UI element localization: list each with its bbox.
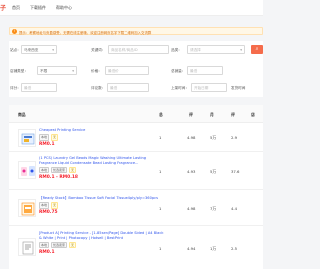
keyword-input[interactable]: 商品名称/商品ID [108, 45, 169, 54]
shop-type-select[interactable]: 不限 ▾ [37, 66, 77, 75]
reviews-cell: 4.4 [231, 206, 238, 211]
reviews-min-input[interactable]: 最低 [107, 83, 149, 92]
listed-date-label: 上架时间： [171, 85, 189, 90]
rating-cell: 4.98 [187, 206, 196, 211]
tag-local: 本地 [39, 202, 50, 209]
site-value: 马来西亚 [24, 48, 39, 52]
product-tags: 本地 优选卖家 无 [39, 241, 164, 249]
product-thumbnail[interactable] [18, 129, 36, 147]
keyword-label: 关键词： [91, 47, 106, 52]
monthly-cell: 1万 [210, 246, 217, 251]
product-price: RM0.75 [39, 210, 58, 216]
reviews-label: 评论数： [91, 85, 106, 90]
top-navigation-bar: 子 首页 下载插件 帮助中心 [0, 0, 263, 16]
tag-local: 本地 [39, 134, 50, 141]
product-table: 商品 总 评 月 评 店 Cheapest Printing Service 本… [9, 105, 263, 269]
header-rating[interactable]: 评 [189, 112, 193, 118]
monthly-cell: 5万 [210, 135, 217, 140]
filter-panel: 站点： 马来西亚 ▾ 关键词： 商品名称/商品ID 品类： 请选择 ▾ ⌕ 店铺… [9, 41, 263, 97]
tag-local: 本地 [39, 166, 50, 174]
filter-row-2: 店铺类型： 不限 ▾ 价格： 最低价 总销量： 最低 [9, 66, 263, 75]
shop-type-label: 店铺类型： [10, 68, 28, 73]
notice-text: 提示：考察地址与负盈感受，无需在线注册哦，欢迎注册网页名字下载二维码加入交流群 [19, 30, 152, 35]
product-tags: 本地 优选卖家 无 [39, 166, 164, 174]
tag-local: 本地 [39, 241, 50, 249]
tag-none: 无 [51, 134, 59, 141]
rating-label: 评分： [10, 85, 21, 90]
rating-cell: 4.98 [187, 135, 196, 140]
notice-banner: ! 提示：考察地址与负盈感受，无需在线注册哦，欢迎注册网页名字下载二维码加入交流… [9, 27, 263, 35]
main-nav: 首页 下载插件 帮助中心 [12, 5, 72, 11]
nav-home[interactable]: 首页 [12, 5, 20, 11]
product-title[interactable]: [Product A] Printing Service - [1-85sen/… [39, 231, 164, 240]
table-row[interactable]: [Product A] Printing Service - [1-85sen/… [9, 226, 263, 269]
product-price: RM0.1 - RM0.18 [39, 174, 78, 180]
category-placeholder: 请选择 [190, 48, 201, 52]
product-info: (1 PCS) Laundry Gel Beads Magic Washing … [39, 156, 164, 180]
tag-none: 无 [69, 241, 77, 249]
filter-row-3: 评分： 最低 评论数： 最低 上架时间： 开始日期 发货时间 [9, 83, 263, 92]
info-icon: ! [12, 29, 17, 34]
price-label: 价格： [91, 68, 102, 73]
rating-cell: 4.93 [187, 169, 196, 174]
header-monthly[interactable]: 月 [210, 112, 214, 118]
product-title[interactable]: 【Ready Stock】Bamboo Tissue Soft Facial T… [39, 196, 164, 201]
total-cell: 1 [159, 246, 162, 251]
reviews-cell: 2.9 [231, 135, 238, 140]
sales-label: 总销量： [171, 68, 186, 73]
nav-download-plugin[interactable]: 下载插件 [30, 5, 46, 11]
site-select[interactable]: 马来西亚 ▾ [21, 45, 57, 54]
listed-start-date[interactable]: 开始日期 [191, 83, 227, 92]
tag-preferred-seller: 优选卖家 [51, 166, 68, 174]
monthly-cell: 7万 [210, 206, 217, 211]
shop-type-value: 不限 [40, 69, 48, 73]
table-row[interactable]: (1 PCS) Laundry Gel Beads Magic Washing … [9, 152, 263, 190]
header-total[interactable]: 总 [159, 112, 163, 118]
category-select[interactable]: 请选择 ▾ [187, 45, 245, 54]
nav-help-center[interactable]: 帮助中心 [56, 5, 72, 11]
product-info: 【Ready Stock】Bamboo Tissue Soft Facial T… [39, 196, 164, 215]
search-icon: ⌕ [255, 46, 259, 52]
search-button[interactable]: ⌕ [251, 45, 263, 54]
site-logo[interactable]: 子 [0, 3, 6, 12]
product-info: Cheapest Printing Service 本地 无 RM0.1 [39, 128, 164, 147]
chevron-down-icon: ▾ [240, 48, 242, 52]
product-tags: 本地 无 [39, 134, 164, 141]
tag-none: 无 [69, 166, 77, 174]
header-product[interactable]: 商品 [18, 112, 26, 118]
product-price: RM0.1 [39, 142, 55, 148]
product-thumbnail[interactable] [18, 238, 36, 256]
ship-time-label: 发货时间 [231, 85, 246, 90]
product-tags: 本地 无 [39, 202, 164, 209]
monthly-cell: 5万 [210, 169, 217, 174]
header-reviews[interactable]: 评 [231, 112, 235, 118]
sales-min-input[interactable]: 最低 [187, 66, 223, 75]
reviews-cell: 37.6 [231, 169, 240, 174]
total-cell: 1 [159, 206, 162, 211]
site-label: 站点： [10, 47, 21, 52]
category-label: 品类： [171, 47, 182, 52]
reviews-cell: 2.5 [231, 246, 238, 251]
table-row[interactable]: Cheapest Printing Service 本地 无 RM0.1 1 4… [9, 123, 263, 152]
filter-row-1: 站点： 马来西亚 ▾ 关键词： 商品名称/商品ID 品类： 请选择 ▾ ⌕ [9, 45, 263, 54]
product-title[interactable]: (1 PCS) Laundry Gel Beads Magic Washing … [39, 156, 164, 165]
rating-cell: 4.94 [187, 246, 196, 251]
header-shop[interactable]: 店 [251, 112, 255, 118]
table-row[interactable]: 【Ready Stock】Bamboo Tissue Soft Facial T… [9, 190, 263, 226]
product-price: RM0.1 [39, 249, 55, 255]
product-thumbnail[interactable] [18, 199, 36, 217]
price-min-input[interactable]: 最低价 [105, 66, 149, 75]
rating-min-input[interactable]: 最低 [21, 83, 57, 92]
chevron-down-icon: ▾ [52, 48, 54, 52]
product-thumbnail[interactable] [18, 161, 36, 179]
product-title[interactable]: Cheapest Printing Service [39, 128, 164, 133]
tag-preferred-seller: 优选卖家 [51, 241, 68, 249]
total-cell: 1 [159, 135, 162, 140]
total-cell: 1 [159, 169, 162, 174]
table-header: 商品 总 评 月 评 店 [9, 105, 263, 123]
tag-none: 无 [51, 202, 59, 209]
product-info: [Product A] Printing Service - [1-85sen/… [39, 231, 164, 255]
chevron-down-icon: ▾ [72, 69, 74, 73]
